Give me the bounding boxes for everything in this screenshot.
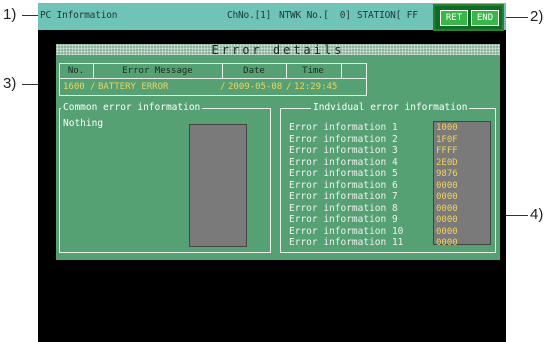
callout-2: 2)	[530, 8, 544, 25]
column-header-time: Time	[302, 66, 324, 76]
error-info-label: Error information 5	[289, 168, 398, 179]
callout-1-leader	[22, 15, 38, 16]
column-header-error-message: Error Message	[122, 66, 193, 76]
error-info-label: Error information 9	[289, 214, 398, 225]
button-group: RET END	[433, 4, 504, 31]
ret-button[interactable]: RET	[440, 10, 468, 26]
error-info-label: Error information 1	[289, 122, 398, 133]
callout-4: 4)	[530, 206, 544, 223]
error-info-label: Error information 10	[289, 225, 404, 237]
common-error-text: Nothing	[63, 118, 104, 129]
callout-1: 1)	[3, 6, 17, 23]
error-info-value: 0000	[436, 192, 458, 202]
error-info-value: 2E0D	[436, 157, 458, 168]
callout-3: 3)	[3, 75, 17, 92]
individual-error-title: Indvidual error information	[311, 102, 470, 113]
error-info-value: 1F0F	[436, 134, 458, 145]
got-screen: PC Information ChNo.[1] NTWK No.[ 0] STA…	[38, 3, 506, 342]
error-info-label: Error information 2	[289, 133, 398, 145]
network-number: NTWK No.[ 0]	[279, 10, 351, 21]
column-header-date: Date	[243, 66, 265, 76]
error-info-label: Error information 4	[289, 156, 398, 168]
error-time: 12:29:45	[294, 82, 338, 92]
error-info-value: 0000	[436, 215, 458, 225]
column-header-no: No.	[67, 66, 85, 76]
row-separator: /	[90, 82, 96, 92]
row-separator: /	[286, 82, 292, 92]
callout-2-leader	[506, 17, 528, 18]
header-divider	[341, 64, 342, 78]
panel-title: Error details	[211, 43, 345, 57]
error-info-label: Error information 3	[289, 145, 398, 156]
common-error-title: Common error information	[61, 102, 203, 113]
error-info-value: 0000	[436, 180, 458, 191]
error-number: 1600	[63, 82, 85, 92]
screen-title: PC Information	[40, 10, 118, 21]
error-info-value: 0000	[436, 203, 458, 214]
error-info-label: Error information 6	[289, 179, 398, 191]
error-info-value: 0000	[436, 226, 458, 237]
error-table[interactable]: No. Error Message Date Time 1600 / BATTE…	[59, 63, 367, 96]
error-date: 2009-05-08	[228, 82, 283, 92]
error-info-label: Error information 11	[289, 237, 404, 248]
station-number: STATION[ FF	[357, 10, 418, 21]
common-error-display	[189, 124, 247, 247]
row-separator: /	[220, 82, 226, 92]
error-info-value: 1000	[436, 123, 458, 133]
channel-number: ChNo.[1]	[227, 10, 272, 21]
end-button[interactable]: END	[471, 10, 499, 26]
header-underline	[60, 78, 366, 79]
error-info-value: 9876	[436, 169, 458, 179]
error-info-label: Error information 8	[289, 202, 398, 214]
common-error-group: Common error information Nothing	[59, 102, 271, 253]
error-info-label: Error information 7	[289, 191, 398, 202]
error-info-value: FFFF	[436, 146, 458, 156]
individual-error-group: Indvidual error information Error inform…	[280, 102, 496, 253]
error-details-panel: Error details No. Error Message Date Tim…	[56, 43, 500, 260]
error-info-value: 0000	[436, 238, 458, 248]
error-message: BATTERY ERROR	[98, 82, 169, 92]
